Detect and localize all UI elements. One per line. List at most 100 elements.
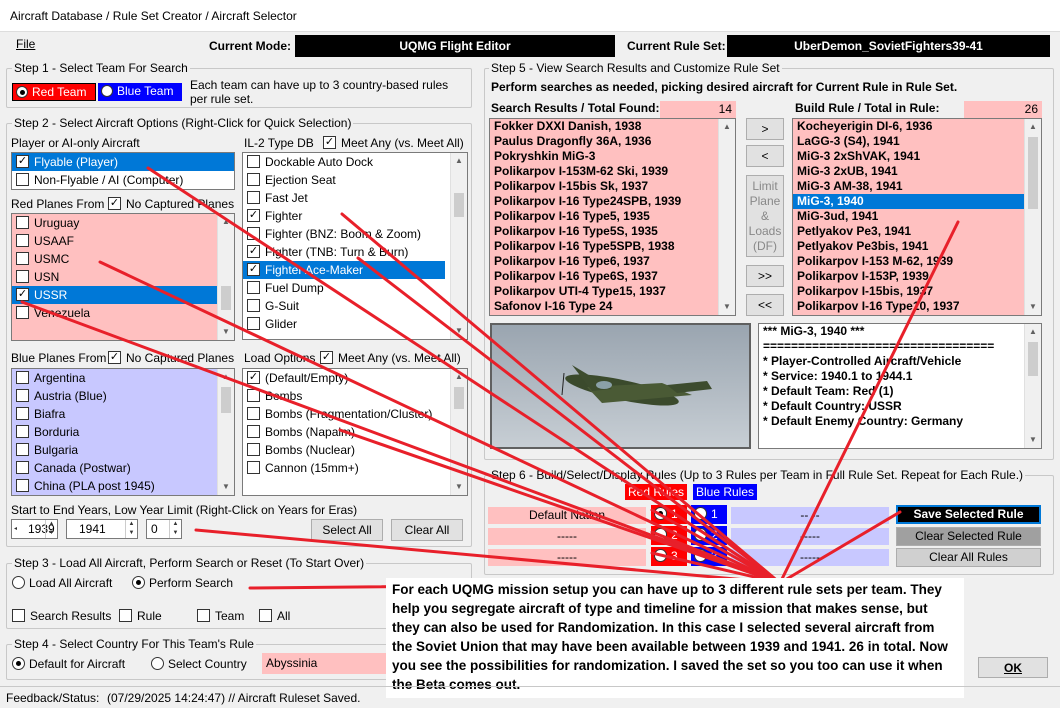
list-item[interactable]: ✓ (Default/Empty): [243, 369, 467, 387]
red-rule-radio-2[interactable]: 2: [651, 526, 687, 545]
scrollbar[interactable]: ▲ ▼: [1024, 324, 1041, 448]
checkbox[interactable]: [16, 306, 29, 320]
scrollbar[interactable]: ▲ ▼: [718, 119, 735, 315]
blue-rule-radio-3[interactable]: 3: [691, 547, 727, 566]
list-item[interactable]: Paulus Dragonfly 36A, 1936: [490, 134, 718, 149]
checkbox[interactable]: [16, 407, 29, 421]
remove-button[interactable]: <: [746, 145, 784, 167]
checkbox[interactable]: [16, 173, 29, 187]
checkbox[interactable]: [16, 216, 29, 230]
checkbox[interactable]: ✓: [108, 197, 121, 211]
list-item[interactable]: MiG-3 2xShVAK, 1941: [793, 149, 1024, 164]
list-item[interactable]: Cannon (15mm+): [243, 459, 467, 477]
blue-rule-row-2[interactable]: -----: [731, 528, 889, 545]
list-item[interactable]: Polikarpov I-153P, 1939: [793, 269, 1024, 284]
list-item[interactable]: G-Suit: [243, 297, 467, 315]
list-item[interactable]: Polikarpov I-16 Type5S, 1935: [490, 224, 718, 239]
list-item[interactable]: MiG-3 2xUB, 1941: [793, 164, 1024, 179]
scroll-up-icon[interactable]: ▲: [451, 369, 467, 385]
list-item[interactable]: USMC: [12, 250, 234, 268]
type-db-listbox[interactable]: Dockable Auto Dock Ejection Seat Fast Je…: [242, 152, 468, 340]
list-item[interactable]: Polikarpov I-153 M-62, 1939: [793, 254, 1024, 269]
red-rule-row-1[interactable]: Default Nation: [488, 507, 646, 524]
scroll-up-icon[interactable]: ▲: [1025, 119, 1041, 135]
red-rule-row-2[interactable]: -----: [488, 528, 646, 545]
checkbox[interactable]: [247, 191, 260, 205]
player-listbox[interactable]: ✓ Flyable (Player) Non-Flyable / AI (Comp…: [11, 152, 235, 190]
scroll-down-icon[interactable]: ▼: [451, 323, 467, 339]
checkbox[interactable]: [12, 609, 25, 623]
add-button[interactable]: >: [746, 118, 784, 140]
scroll-up-icon[interactable]: ▲: [218, 369, 234, 385]
add-all-button[interactable]: >>: [746, 265, 784, 287]
list-item[interactable]: Glider: [243, 315, 467, 333]
radio[interactable]: [654, 507, 667, 521]
scrollbar[interactable]: ▲ ▼: [1024, 119, 1041, 315]
checkbox[interactable]: [16, 371, 29, 385]
checkbox[interactable]: [259, 609, 272, 623]
list-item[interactable]: Petlyakov Pe3, 1941: [793, 224, 1024, 239]
list-item[interactable]: Dockable Auto Dock: [243, 153, 467, 171]
clear-all-button[interactable]: Clear All: [391, 519, 463, 541]
scroll-thumb[interactable]: [1028, 342, 1038, 376]
checkbox[interactable]: [16, 443, 29, 457]
menu-file[interactable]: File: [16, 37, 35, 51]
list-item[interactable]: ✓ USSR: [12, 286, 217, 304]
clear-all-checkbox[interactable]: All: [259, 609, 290, 623]
scroll-up-icon[interactable]: ▲: [1025, 324, 1041, 340]
scroll-thumb[interactable]: [454, 387, 464, 409]
list-item[interactable]: Polikarpov I-15bis, 1937: [793, 284, 1024, 299]
scroll-down-icon[interactable]: ▼: [218, 324, 234, 340]
list-item[interactable]: Polikarpov I-16 Type24SPB, 1939: [490, 194, 718, 209]
checkbox[interactable]: [247, 443, 260, 457]
blue-rule-row-1[interactable]: -- --: [731, 507, 889, 524]
remove-all-button[interactable]: <<: [746, 294, 784, 316]
radio[interactable]: [694, 549, 707, 563]
list-item[interactable]: ✓ Fighter: [243, 207, 467, 225]
load-meet-any-checkbox[interactable]: ✓ Meet Any (vs. Meet All): [320, 351, 461, 365]
checkbox[interactable]: [16, 461, 29, 475]
scrollbar[interactable]: ▲ ▼: [217, 369, 234, 495]
blue-no-captured-checkbox[interactable]: ✓ No Captured Planes: [108, 351, 234, 365]
list-item[interactable]: MiG-3ud, 1941: [793, 209, 1024, 224]
list-item[interactable]: ✓ Flyable (Player): [12, 153, 234, 171]
scroll-down-icon[interactable]: ▼: [719, 299, 735, 315]
red-rule-radio-3[interactable]: 3: [651, 547, 687, 566]
list-item[interactable]: Fast Jet: [243, 189, 467, 207]
radio[interactable]: [12, 576, 25, 590]
checkbox[interactable]: [16, 234, 29, 248]
list-item[interactable]: Bulgaria: [12, 441, 234, 459]
list-item[interactable]: Polikarpov UTI-4 Type15, 1937: [490, 284, 718, 299]
list-item[interactable]: Borduria: [12, 423, 234, 441]
list-item[interactable]: Canada (Postwar): [12, 459, 234, 477]
ok-button[interactable]: OK: [978, 657, 1048, 678]
list-item[interactable]: Bombs (Fragmentation/Cluster): [243, 405, 467, 423]
list-item[interactable]: Bombs (Napalm): [243, 423, 467, 441]
scroll-up-icon[interactable]: ▲: [719, 119, 735, 135]
list-item[interactable]: Kocheyerigin DI-6, 1936: [793, 119, 1024, 134]
checkbox[interactable]: [16, 252, 29, 266]
list-item[interactable]: Polikarpov I-16 Type5, 1935: [490, 209, 718, 224]
list-item[interactable]: ✓ Fighter Ace-Maker: [243, 261, 445, 279]
checkbox[interactable]: [197, 609, 210, 623]
list-item[interactable]: Bombs (Nuclear): [243, 441, 467, 459]
checkbox[interactable]: ✓: [108, 351, 121, 365]
scroll-up-icon[interactable]: ▲: [218, 214, 234, 230]
list-item[interactable]: Polikarpov I-15bis Sk, 1937: [490, 179, 718, 194]
spin-arrows-icon[interactable]: ▲ ▼: [45, 520, 57, 538]
scroll-down-icon[interactable]: ▼: [1025, 299, 1041, 315]
scrollbar[interactable]: ▲ ▼: [450, 153, 467, 339]
list-item[interactable]: Polikarpov I-153M-62 Ski, 1939: [490, 164, 718, 179]
end-year-spinner[interactable]: 1941 ▲ ▼: [66, 519, 138, 539]
scroll-thumb[interactable]: [454, 193, 464, 217]
select-all-button[interactable]: Select All: [311, 519, 383, 541]
clear-all-rules-button[interactable]: Clear All Rules: [896, 548, 1041, 567]
scroll-thumb[interactable]: [221, 387, 231, 413]
scroll-thumb[interactable]: [221, 286, 231, 310]
checkbox[interactable]: [16, 425, 29, 439]
scroll-down-icon[interactable]: ▼: [451, 479, 467, 495]
scroll-down-icon[interactable]: ▼: [218, 479, 234, 495]
blue-rule-radio-2[interactable]: 2: [691, 526, 727, 545]
blue-countries-listbox[interactable]: Argentina Austria (Blue) Biafra Borduria…: [11, 368, 235, 496]
scroll-down-icon[interactable]: ▼: [1025, 432, 1041, 448]
